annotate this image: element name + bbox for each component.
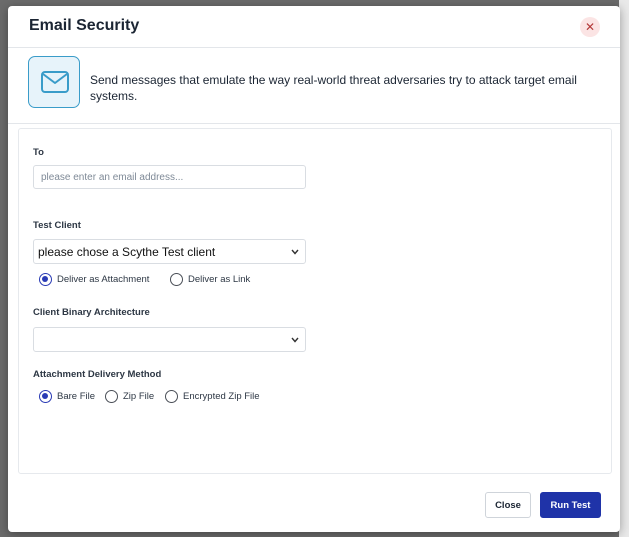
deliver-link-label: Deliver as Link	[188, 274, 251, 285]
deliver-attachment-radio[interactable]	[39, 273, 52, 286]
attachment-method-label: Attachment Delivery Method	[33, 369, 162, 380]
deliver-attachment-label: Deliver as Attachment	[57, 274, 150, 285]
close-icon[interactable]: ✕	[580, 17, 600, 37]
modal-title: Email Security	[29, 17, 140, 34]
run-test-button[interactable]: Run Test	[540, 492, 601, 518]
modal-header: Email Security ✕	[8, 6, 620, 48]
test-client-select[interactable]: please chose a Scythe Test client	[33, 239, 306, 264]
background-page	[619, 0, 629, 537]
to-email-input[interactable]	[33, 165, 306, 189]
binary-arch-select[interactable]	[33, 327, 306, 352]
email-security-modal: Email Security ✕ Send messages that emul…	[8, 6, 620, 532]
intro-description: Send messages that emulate the way real-…	[90, 73, 577, 103]
chevron-down-icon	[291, 337, 299, 343]
test-client-label: Test Client	[33, 220, 81, 231]
zip-file-radio[interactable]	[105, 390, 118, 403]
to-label: To	[33, 147, 44, 158]
close-button[interactable]: Close	[485, 492, 531, 518]
bare-file-radio[interactable]	[39, 390, 52, 403]
encrypted-zip-radio[interactable]	[165, 390, 178, 403]
bare-file-label: Bare File	[57, 391, 96, 402]
zip-file-label: Zip File	[123, 391, 155, 402]
chevron-down-icon	[291, 249, 299, 255]
encrypted-zip-label: Encrypted Zip File	[183, 391, 260, 402]
intro-section: Send messages that emulate the way real-…	[8, 48, 620, 124]
test-client-selected: please chose a Scythe Test client	[38, 245, 216, 259]
deliver-link-radio[interactable]	[170, 273, 183, 286]
envelope-icon	[28, 56, 80, 108]
binary-arch-label: Client Binary Architecture	[33, 307, 150, 318]
form-panel: To Test Client please chose a Scythe Tes…	[18, 128, 612, 474]
